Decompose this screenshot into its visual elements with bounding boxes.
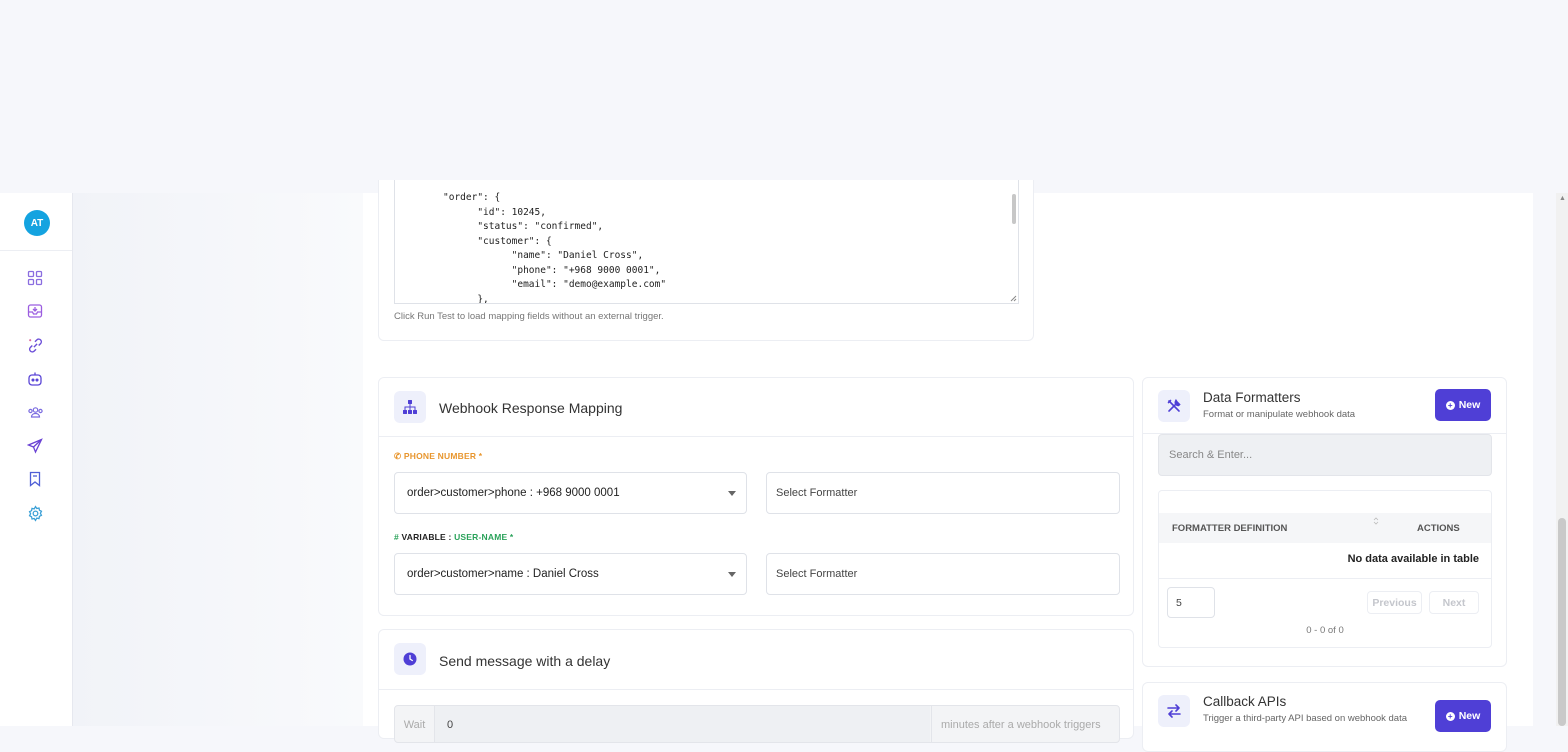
data-formatters-subtitle: Format or manipulate webhook data <box>1203 409 1356 420</box>
variable-formatter-select[interactable]: Select Formatter <box>766 553 1120 595</box>
pagination-info: 0 - 0 of 0 <box>1306 625 1344 636</box>
callback-apis-card: Callback APIs Trigger a third-party API … <box>1142 682 1507 752</box>
new-formatter-button[interactable]: + New <box>1435 389 1491 421</box>
inbox-download-icon[interactable] <box>26 302 44 320</box>
phone-number-select[interactable]: order>customer>phone : +968 9000 0001 <box>394 472 747 514</box>
webhook-mapping-card: Webhook Response Mapping ✆ PHONE NUMBER … <box>378 377 1134 616</box>
phone-icon: ✆ <box>394 451 402 461</box>
variable-formatter-placeholder: Select Formatter <box>776 568 858 580</box>
scroll-up-icon[interactable]: ▲ <box>1559 195 1566 202</box>
chevron-down-icon <box>728 491 736 496</box>
bot-icon[interactable] <box>26 370 44 388</box>
avatar[interactable]: AT <box>24 210 50 236</box>
phone-number-value: order>customer>phone : +968 9000 0001 <box>407 487 620 499</box>
phone-number-label-text: PHONE NUMBER * <box>403 451 483 461</box>
scrollbar-thumb[interactable] <box>1558 518 1566 726</box>
data-formatters-card: Data Formatters Format or manipulate web… <box>1142 377 1507 667</box>
sitemap-icon <box>394 391 426 423</box>
sidebar: AT <box>0 193 73 726</box>
test-payload-card: "order": { "id": 10245, "status": "confi… <box>378 180 1034 341</box>
empty-table-message: No data available in table <box>1347 553 1479 565</box>
send-campaign-icon[interactable] <box>26 437 44 455</box>
card-divider <box>379 436 1133 437</box>
variable-prefix: VARIABLE : <box>401 532 455 542</box>
delay-title: Send message with a delay <box>439 653 611 669</box>
phone-formatter-placeholder: Select Formatter <box>776 487 858 499</box>
variable-select[interactable]: order>customer>name : Daniel Cross <box>394 553 747 595</box>
table-header: FORMATTER DEFINITION ACTIONS <box>1159 513 1491 543</box>
formatter-search-input[interactable]: Search & Enter... <box>1158 434 1492 476</box>
left-gutter <box>73 193 363 726</box>
plus-circle-icon: + <box>1445 400 1455 410</box>
col-actions: ACTIONS <box>1417 523 1460 534</box>
phone-formatter-select[interactable]: Select Formatter <box>766 472 1120 514</box>
page-size-select[interactable]: 5 <box>1167 587 1215 618</box>
previous-page-button[interactable]: Previous <box>1367 591 1422 614</box>
hash-icon: # <box>394 532 399 542</box>
textarea-scrollbar[interactable] <box>1012 194 1016 224</box>
exchange-arrows-icon <box>1158 695 1190 727</box>
callback-apis-subtitle: Trigger a third-party API based on webho… <box>1203 713 1408 724</box>
new-callback-button[interactable]: + New <box>1435 700 1491 732</box>
dashboard-grid-icon[interactable] <box>26 269 44 287</box>
sort-icon[interactable] <box>1372 517 1380 525</box>
integration-link-icon[interactable] <box>26 336 44 354</box>
table-divider <box>1159 578 1491 579</box>
sidebar-divider <box>0 250 72 251</box>
new-callback-label: New <box>1458 710 1481 722</box>
test-payload-hint: Click Run Test to load mapping fields wi… <box>394 311 664 322</box>
bookmark-icon[interactable] <box>26 470 44 488</box>
variable-label: # VARIABLE : USER-NAME * <box>394 532 513 542</box>
page-scrollbar[interactable]: ▲ <box>1556 193 1568 726</box>
test-payload-json[interactable]: "order": { "id": 10245, "status": "confi… <box>395 180 1018 303</box>
next-page-button[interactable]: Next <box>1429 591 1479 614</box>
settings-gear-icon[interactable] <box>26 504 44 522</box>
wait-suffix: minutes after a webhook triggers <box>931 706 1119 742</box>
wait-prefix: Wait <box>395 706 435 742</box>
chevron-down-icon <box>728 572 736 577</box>
clock-icon <box>394 643 426 675</box>
variable-value: order>customer>name : Daniel Cross <box>407 568 599 580</box>
test-payload-textarea[interactable]: "order": { "id": 10245, "status": "confi… <box>394 180 1019 304</box>
resize-handle-icon[interactable] <box>1010 295 1017 302</box>
formatters-table: FORMATTER DEFINITION ACTIONS No data ava… <box>1158 490 1492 648</box>
data-formatters-title: Data Formatters <box>1203 390 1301 405</box>
phone-number-label: ✆ PHONE NUMBER * <box>394 451 482 462</box>
card-divider <box>379 689 1133 690</box>
contacts-group-icon[interactable] <box>26 403 44 421</box>
col-formatter-definition[interactable]: FORMATTER DEFINITION <box>1172 523 1287 534</box>
wait-input-group: Wait 0 minutes after a webhook triggers <box>394 705 1120 743</box>
variable-name: USER-NAME * <box>454 532 514 542</box>
webhook-mapping-title: Webhook Response Mapping <box>439 400 623 416</box>
wait-minutes-input[interactable]: 0 <box>435 706 930 742</box>
delay-card: Send message with a delay Wait 0 minutes… <box>378 629 1134 743</box>
new-formatter-label: New <box>1458 399 1481 411</box>
callback-apis-title: Callback APIs <box>1203 694 1287 709</box>
tools-icon <box>1158 390 1190 422</box>
plus-circle-icon: + <box>1445 711 1455 721</box>
page-top-area <box>0 0 1568 193</box>
